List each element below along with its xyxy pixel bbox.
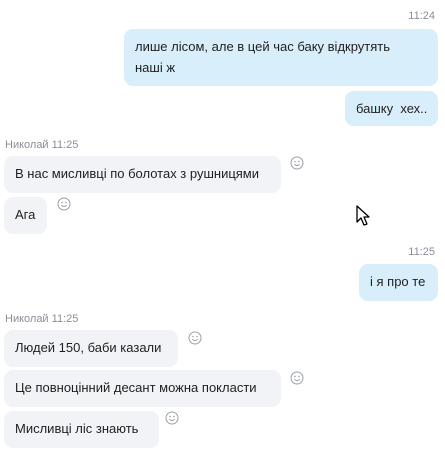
message-time: 11:25 xyxy=(408,246,435,258)
sender-name: Николай xyxy=(5,139,49,151)
sender-meta: Николай 11:25 xyxy=(5,313,78,325)
smiley-icon[interactable] xyxy=(188,331,202,345)
smiley-icon[interactable] xyxy=(290,371,304,385)
message-text: В нас мисливці по болотах з рушницями xyxy=(15,166,260,181)
smiley-icon[interactable] xyxy=(290,156,304,170)
message-time: 11:25 xyxy=(51,313,79,325)
message-line: наші ж xyxy=(135,60,176,75)
message-text: Ага xyxy=(15,207,36,222)
smiley-icon[interactable] xyxy=(57,197,71,211)
message-text: Людей 150, баби казали xyxy=(15,340,162,355)
sender-name: Николай xyxy=(5,313,49,325)
message-text: Мисливці ліс знають xyxy=(15,421,139,436)
sender-meta: Николай 11:25 xyxy=(5,139,78,151)
message-time: 11:24 xyxy=(408,10,435,22)
message-line: лише лісом, але в цей час баку відкрутят… xyxy=(135,39,391,54)
incoming-message[interactable]: В нас мисливці по болотах з рушницями xyxy=(4,156,281,193)
incoming-message[interactable]: Ага xyxy=(4,197,47,234)
incoming-message[interactable]: Це повноцінний десант можна покласти xyxy=(4,370,281,407)
smiley-icon[interactable] xyxy=(165,411,179,425)
incoming-message[interactable]: Людей 150, баби казали xyxy=(4,330,178,367)
outgoing-message[interactable]: башку хех.. xyxy=(345,91,438,126)
message-text: Це повноцінний десант можна покласти xyxy=(15,380,257,395)
message-text: і я про те xyxy=(370,274,426,289)
incoming-message[interactable]: Мисливці ліс знають xyxy=(4,411,159,448)
message-text: башку хех.. xyxy=(356,101,428,116)
outgoing-message[interactable]: лише лісом, але в цей час баку відкрутят… xyxy=(124,29,438,86)
outgoing-message[interactable]: і я про те xyxy=(359,264,438,301)
message-time: 11:25 xyxy=(51,139,79,151)
mouse-pointer-icon xyxy=(356,205,370,226)
